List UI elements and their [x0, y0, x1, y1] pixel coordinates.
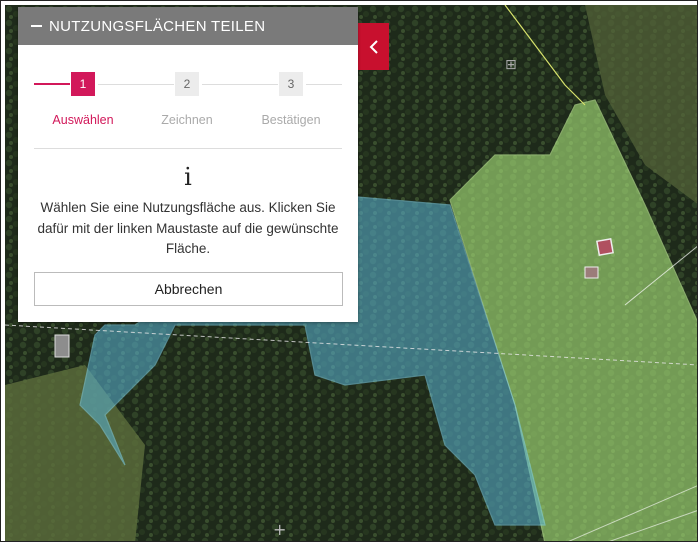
svg-text:+: + — [273, 520, 286, 539]
svg-text:⊞: ⊞ — [505, 57, 517, 73]
panel-header[interactable]: NUTZUNGSFLÄCHEN TEILEN — [18, 7, 358, 45]
info-icon: i — [184, 163, 192, 191]
step-2-label: Zeichnen — [161, 113, 213, 127]
instruction-text: Wählen Sie eine Nutzungsfläche aus. Klic… — [37, 200, 339, 256]
cancel-button[interactable]: Abbrechen — [34, 272, 343, 306]
step-1-indicator: 1 — [71, 72, 95, 96]
step-connector — [98, 84, 174, 85]
step-connector-active — [34, 83, 70, 85]
divider — [34, 148, 342, 149]
viewport: + ⊞ NUTZUNGSFLÄCHEN TEILEN 1 2 3 Auswähl… — [0, 0, 698, 542]
minus-icon — [31, 25, 42, 27]
step-connector — [202, 84, 278, 85]
step-2-indicator: 2 — [175, 72, 199, 96]
step-1-label: Auswählen — [52, 113, 114, 127]
panel-title: NUTZUNGSFLÄCHEN TEILEN — [49, 17, 266, 35]
step-connector — [306, 84, 342, 85]
chevron-left-icon — [369, 39, 378, 54]
step-3-label: Bestätigen — [261, 113, 321, 127]
panel-toggle-button[interactable] — [358, 23, 389, 70]
step-3-indicator: 3 — [279, 72, 303, 96]
